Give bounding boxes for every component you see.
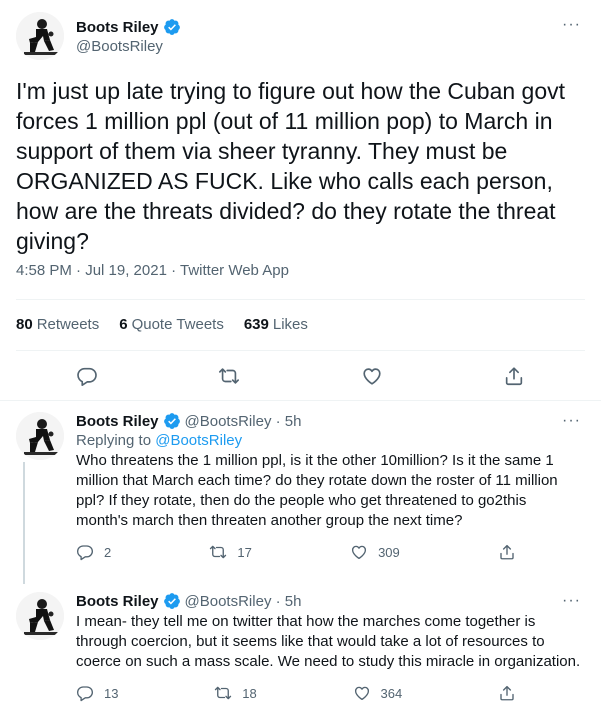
reply-icon: [76, 365, 98, 387]
like-count: 309: [378, 544, 400, 560]
retweet-icon: [214, 684, 232, 702]
tweet-stats: 80 Retweets 6 Quote Tweets 639 Likes: [16, 316, 308, 333]
share-button[interactable]: [503, 365, 525, 387]
share-icon: [503, 365, 525, 387]
more-icon[interactable]: ···: [562, 592, 581, 610]
reply-count: 2: [104, 544, 112, 560]
share-button[interactable]: [498, 543, 516, 561]
quotes-stat[interactable]: 6 Quote Tweets: [119, 316, 224, 333]
reply-button[interactable]: [76, 365, 98, 387]
verified-badge-icon: [163, 412, 181, 430]
avatar[interactable]: [16, 412, 64, 460]
replying-to: Replying to @BootsRiley: [76, 432, 581, 449]
tweet-text: I'm just up late trying to figure out ho…: [16, 78, 572, 254]
share-icon: [498, 684, 516, 702]
reply-count: 13: [104, 685, 119, 701]
like-button[interactable]: 309: [350, 543, 400, 561]
like-button[interactable]: 364: [353, 684, 403, 702]
reply-icon: [76, 684, 94, 702]
tweet-actions: 13 18 364: [76, 684, 516, 702]
tweet-text: Who threatens the 1 million ppl, is it t…: [76, 452, 562, 529]
tweet-text: I mean- they tell me on twitter that how…: [76, 613, 581, 670]
tweet-actions: 2 17 309: [76, 543, 516, 561]
share-button[interactable]: [498, 684, 516, 702]
reply-button[interactable]: 13: [76, 684, 118, 702]
avatar-image: [16, 412, 64, 460]
divider: [0, 400, 601, 401]
author-name[interactable]: Boots Riley: [76, 593, 159, 610]
author-handle[interactable]: @BootsRiley · 5h: [185, 413, 302, 430]
verified-badge-icon: [163, 18, 181, 36]
quotes-label: Quote Tweets: [131, 316, 224, 333]
divider: [16, 350, 585, 351]
replying-to-link[interactable]: @BootsRiley: [155, 432, 242, 449]
author-handle[interactable]: @BootsRiley: [76, 38, 181, 55]
author-info: Boots Riley @BootsRiley: [76, 18, 181, 55]
retweet-icon: [218, 365, 240, 387]
thread-line: [23, 462, 25, 584]
author-name[interactable]: Boots Riley: [76, 413, 159, 430]
more-icon[interactable]: ···: [562, 16, 581, 34]
retweets-stat[interactable]: 80 Retweets: [16, 316, 99, 333]
share-icon: [498, 543, 516, 561]
author-name[interactable]: Boots Riley: [76, 19, 159, 36]
retweet-button[interactable]: 17: [209, 543, 252, 561]
verified-badge-icon: [163, 592, 181, 610]
retweet-button[interactable]: 18: [214, 684, 257, 702]
divider: [16, 299, 585, 300]
likes-label: Likes: [272, 316, 308, 333]
like-icon: [353, 684, 371, 702]
author-handle[interactable]: @BootsRiley · 5h: [185, 593, 302, 610]
tweet-actions: [16, 362, 585, 390]
like-icon: [350, 543, 368, 561]
likes-count: 639: [243, 316, 269, 333]
more-icon[interactable]: ···: [562, 412, 581, 430]
tweet-timestamp[interactable]: 4:58 PM · Jul 19, 2021 · Twitter Web App: [16, 262, 289, 279]
retweet-icon: [209, 543, 227, 561]
like-icon: [361, 365, 383, 387]
likes-stat[interactable]: 639 Likes: [244, 316, 308, 333]
reply-icon: [76, 543, 94, 561]
quotes-count: 6: [119, 316, 128, 333]
retweets-label: Retweets: [36, 316, 100, 333]
main-tweet-header: Boots Riley @BootsRiley ···: [16, 12, 585, 62]
retweet-count: 17: [237, 544, 252, 560]
reply-button[interactable]: 2: [76, 543, 111, 561]
avatar-image: [16, 12, 64, 60]
replying-to-label: Replying to: [76, 432, 156, 449]
like-button[interactable]: [361, 365, 383, 387]
avatar-image: [16, 592, 64, 640]
retweet-count: 18: [242, 685, 257, 701]
avatar[interactable]: [16, 592, 64, 640]
like-count: 364: [380, 685, 403, 701]
retweet-button[interactable]: [218, 365, 240, 387]
avatar[interactable]: [16, 12, 64, 60]
retweets-count: 80: [16, 316, 33, 333]
